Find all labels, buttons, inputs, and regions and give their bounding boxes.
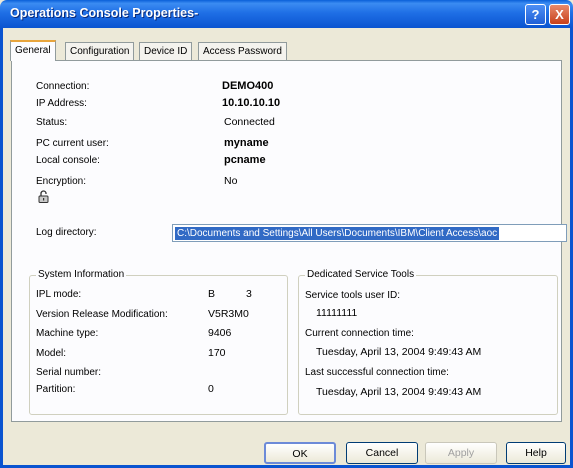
ipl-mode-value: B bbox=[208, 288, 216, 300]
tab-label: Configuration bbox=[70, 46, 130, 57]
tab-configuration[interactable]: Configuration bbox=[65, 42, 135, 60]
partition-label: Partition: bbox=[36, 384, 76, 395]
encryption-value: No bbox=[224, 175, 238, 187]
ip-address-value: 10.10.10.10 bbox=[222, 97, 281, 109]
model-value: 170 bbox=[208, 347, 226, 359]
service-tools-user-id-label: Service tools user ID: bbox=[305, 290, 401, 301]
serial-number-label: Serial number: bbox=[36, 367, 102, 378]
close-icon: X bbox=[555, 7, 564, 22]
cancel-button-label: Cancel bbox=[365, 447, 399, 459]
tab-device-id[interactable]: Device ID bbox=[139, 42, 193, 60]
ipl-mode-value-2: 3 bbox=[246, 288, 252, 300]
ok-button[interactable]: OK bbox=[264, 442, 336, 464]
question-icon: ? bbox=[531, 7, 540, 22]
model-label: Model: bbox=[36, 348, 67, 359]
status-label: Status: bbox=[36, 117, 68, 128]
help-button-label: Help bbox=[525, 447, 547, 459]
machine-type-value: 9406 bbox=[208, 327, 232, 339]
encryption-label: Encryption: bbox=[36, 176, 87, 187]
vrm-label: Version Release Modification: bbox=[36, 309, 168, 320]
pc-current-user-label: PC current user: bbox=[36, 138, 109, 149]
help-titlebar-button[interactable]: ? bbox=[525, 4, 546, 25]
system-information-legend: System Information bbox=[36, 269, 127, 280]
service-tools-user-id-value: 11111111 bbox=[316, 307, 358, 319]
machine-type-label: Machine type: bbox=[36, 328, 99, 339]
log-directory-field[interactable]: C:\Documents and Settings\All Users\Docu… bbox=[172, 224, 567, 242]
local-console-value: pcname bbox=[224, 154, 266, 166]
connection-label: Connection: bbox=[36, 81, 90, 92]
tab-general[interactable]: General bbox=[10, 40, 56, 61]
tab-access-password[interactable]: Access Password bbox=[198, 42, 287, 60]
unlocked-padlock-icon bbox=[38, 190, 49, 203]
ipl-mode-label: IPL mode: bbox=[36, 289, 82, 300]
status-value: Connected bbox=[224, 116, 275, 128]
apply-button[interactable]: Apply bbox=[425, 442, 497, 464]
current-connection-time-value: Tuesday, April 13, 2004 9:49:43 AM bbox=[316, 346, 482, 358]
apply-button-label: Apply bbox=[447, 447, 475, 459]
ip-address-label: IP Address: bbox=[36, 98, 87, 109]
window-title: Operations Console Properties- bbox=[10, 6, 199, 20]
last-successful-connection-value: Tuesday, April 13, 2004 9:49:43 AM bbox=[316, 386, 482, 398]
log-directory-value: C:\Documents and Settings\All Users\Docu… bbox=[175, 227, 500, 240]
partition-value: 0 bbox=[208, 383, 214, 395]
tab-label: General bbox=[15, 45, 51, 56]
title-bar[interactable]: Operations Console Properties- ? X bbox=[0, 0, 573, 28]
close-button[interactable]: X bbox=[549, 4, 570, 25]
log-directory-label: Log directory: bbox=[36, 227, 97, 238]
local-console-label: Local console: bbox=[36, 155, 100, 166]
dedicated-service-tools-legend: Dedicated Service Tools bbox=[305, 269, 417, 280]
current-connection-time-label: Current connection time: bbox=[305, 328, 414, 339]
connection-value: DEMO400 bbox=[222, 80, 274, 92]
help-button[interactable]: Help bbox=[506, 442, 566, 464]
pc-current-user-value: myname bbox=[224, 137, 269, 149]
ok-button-label: OK bbox=[292, 448, 308, 460]
cancel-button[interactable]: Cancel bbox=[346, 442, 418, 464]
last-successful-connection-label: Last successful connection time: bbox=[305, 367, 449, 378]
tab-label: Access Password bbox=[203, 46, 282, 57]
tab-label: Device ID bbox=[144, 46, 188, 57]
vrm-value: V5R3M0 bbox=[208, 308, 249, 320]
